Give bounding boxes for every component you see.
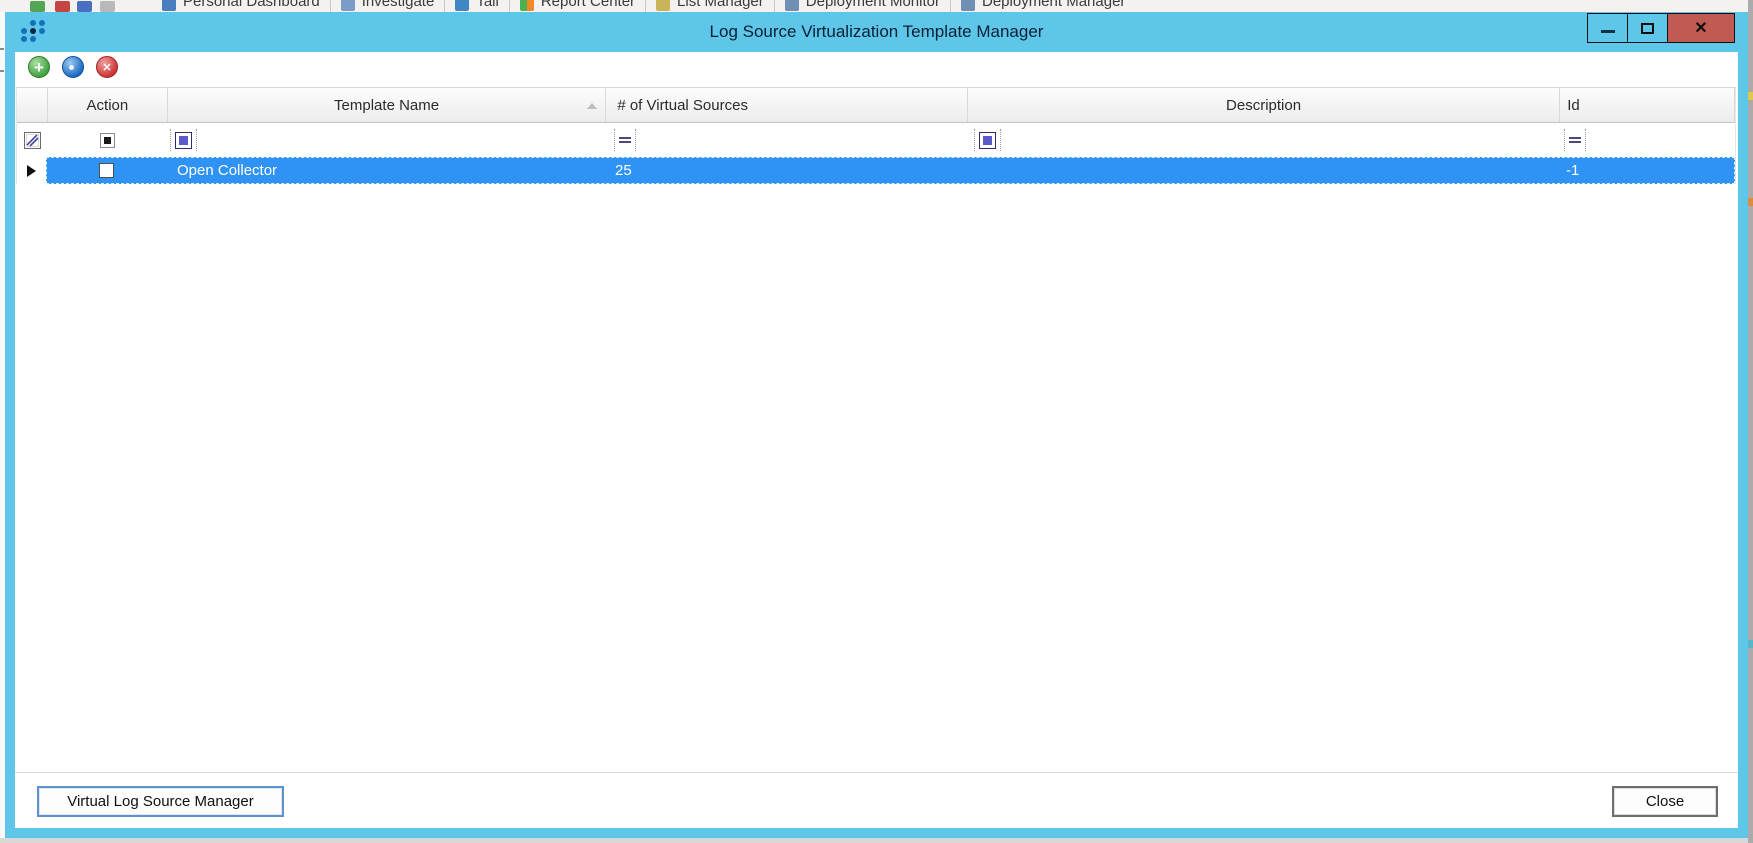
table-row[interactable]: Open Collector 25 -1 [17, 157, 1735, 184]
background-notch [1748, 640, 1753, 648]
row-action-cell[interactable] [46, 157, 166, 184]
background-toolbar-label: Personal Dashboard [183, 0, 320, 10]
background-icon-fragment [55, 1, 70, 12]
tail-icon [455, 0, 470, 11]
background-mark [0, 48, 4, 50]
row-virtual-sources-cell[interactable]: 25 [605, 157, 967, 184]
background-toolbar-label: Investigate [361, 0, 435, 10]
dialog-client-area: + ✕ Action Template Name # of Virtual So… [15, 52, 1738, 828]
background-mark [0, 70, 4, 72]
background-toolbar-item[interactable]: Tail [445, 0, 509, 11]
filter-cell-template-name[interactable] [168, 123, 606, 157]
background-toolbar-item[interactable]: Report Center [510, 0, 645, 11]
background-toolbar-label: Deployment Manager [982, 0, 1126, 10]
minimize-icon [1600, 29, 1615, 33]
background-toolbar-label: Deployment Monitor [805, 0, 940, 10]
filter-cell-virtual-sources[interactable] [606, 123, 968, 157]
grid-header-row: Action Template Name # of Virtual Source… [17, 87, 1735, 123]
background-window-bottom-edge [0, 838, 1748, 843]
personal-dashboard-icon [162, 0, 176, 11]
column-header-label: Id [1567, 96, 1580, 114]
row-id-cell[interactable]: -1 [1560, 157, 1735, 184]
row-indicator-header [17, 88, 48, 122]
column-header-label: Action [86, 96, 129, 114]
window-title: Log Source Virtualization Template Manag… [709, 22, 1044, 41]
action-checkbox[interactable] [98, 163, 114, 178]
properties-icon [69, 64, 74, 70]
investigate-icon [340, 0, 355, 11]
footer-divider [15, 772, 1738, 773]
filter-box-icon [978, 131, 996, 149]
filter-corner-cell[interactable] [17, 123, 48, 157]
background-toolbar-item[interactable]: Deployment Monitor [775, 0, 950, 11]
background-notch [1748, 92, 1753, 100]
properties-button[interactable] [62, 56, 84, 78]
selected-row[interactable]: Open Collector 25 -1 [46, 157, 1735, 184]
background-toolbar-label: Tail [476, 0, 499, 10]
delete-template-button[interactable]: ✕ [96, 56, 118, 78]
deployment-manager-icon [961, 0, 975, 11]
checkbox-indeterminate-filter-icon [100, 132, 116, 148]
sort-ascending-icon [587, 103, 598, 109]
background-toolbar-item[interactable]: Deployment Manager [951, 0, 1135, 11]
row-indicator-cell [17, 157, 46, 184]
filter-cell-action[interactable] [48, 123, 168, 157]
report-center-icon [519, 0, 534, 11]
row-template-name-cell[interactable]: Open Collector [166, 157, 605, 184]
delete-x-icon: ✕ [102, 61, 112, 74]
background-toolbar-label: List Manager [677, 0, 764, 10]
column-header-template-name[interactable]: Template Name [168, 88, 607, 122]
templates-grid: Action Template Name # of Virtual Source… [16, 87, 1736, 184]
background-window-right-edge [1748, 0, 1753, 843]
background-toolbar-label: Report Center [540, 0, 636, 10]
window-controls: ✕ [1587, 13, 1735, 43]
filter-cell-description[interactable] [968, 123, 1560, 157]
plus-icon: + [34, 57, 44, 77]
maximize-icon [1641, 22, 1654, 34]
column-header-label: Template Name [334, 96, 440, 114]
title-bar[interactable]: Log Source Virtualization Template Manag… [5, 12, 1748, 52]
close-window-button[interactable]: ✕ [1668, 14, 1734, 42]
column-header-label: # of Virtual Sources [617, 96, 748, 114]
row-description-cell[interactable] [967, 157, 1560, 184]
background-notch [1748, 198, 1753, 206]
dialog-toolbar: + ✕ [15, 52, 1738, 86]
minimize-button[interactable] [1588, 14, 1628, 42]
background-toolbar-item[interactable]: Personal Dashboard [152, 0, 330, 11]
add-template-button[interactable]: + [28, 56, 50, 78]
maximize-button[interactable] [1628, 14, 1668, 42]
edit-filter-icon [23, 131, 41, 149]
log-source-virtualization-template-manager-window: Log Source Virtualization Template Manag… [5, 12, 1748, 838]
background-window-toolbar: Personal Dashboard Investigate Tail Repo… [0, 0, 1748, 12]
background-icon-fragment [30, 1, 45, 12]
close-icon: ✕ [1694, 20, 1708, 37]
equals-filter-icon [1569, 137, 1582, 143]
list-manager-icon [656, 0, 671, 11]
column-header-description[interactable]: Description [968, 88, 1561, 122]
column-header-virtual-sources[interactable]: # of Virtual Sources [606, 88, 968, 122]
background-toolbar-item[interactable]: List Manager [646, 0, 774, 11]
background-icon-fragment [77, 1, 92, 12]
filter-cell-id[interactable] [1560, 123, 1735, 157]
close-button[interactable]: Close [1612, 786, 1718, 817]
background-toolbar-item[interactable]: Investigate [331, 0, 445, 11]
background-toolbar-items: Personal Dashboard Investigate Tail Repo… [152, 0, 1135, 12]
app-logo-dots-icon [21, 19, 47, 45]
grid-filter-row [17, 123, 1735, 157]
virtual-log-source-manager-button[interactable]: Virtual Log Source Manager [37, 786, 284, 817]
column-header-action[interactable]: Action [48, 88, 168, 122]
current-row-arrow-icon [27, 164, 36, 177]
column-header-id[interactable]: Id [1560, 88, 1735, 122]
deployment-monitor-icon [784, 0, 799, 11]
equals-filter-icon [619, 137, 632, 143]
background-icon-fragment [100, 1, 115, 12]
column-header-label: Description [1226, 96, 1302, 114]
filter-box-icon [174, 131, 192, 149]
